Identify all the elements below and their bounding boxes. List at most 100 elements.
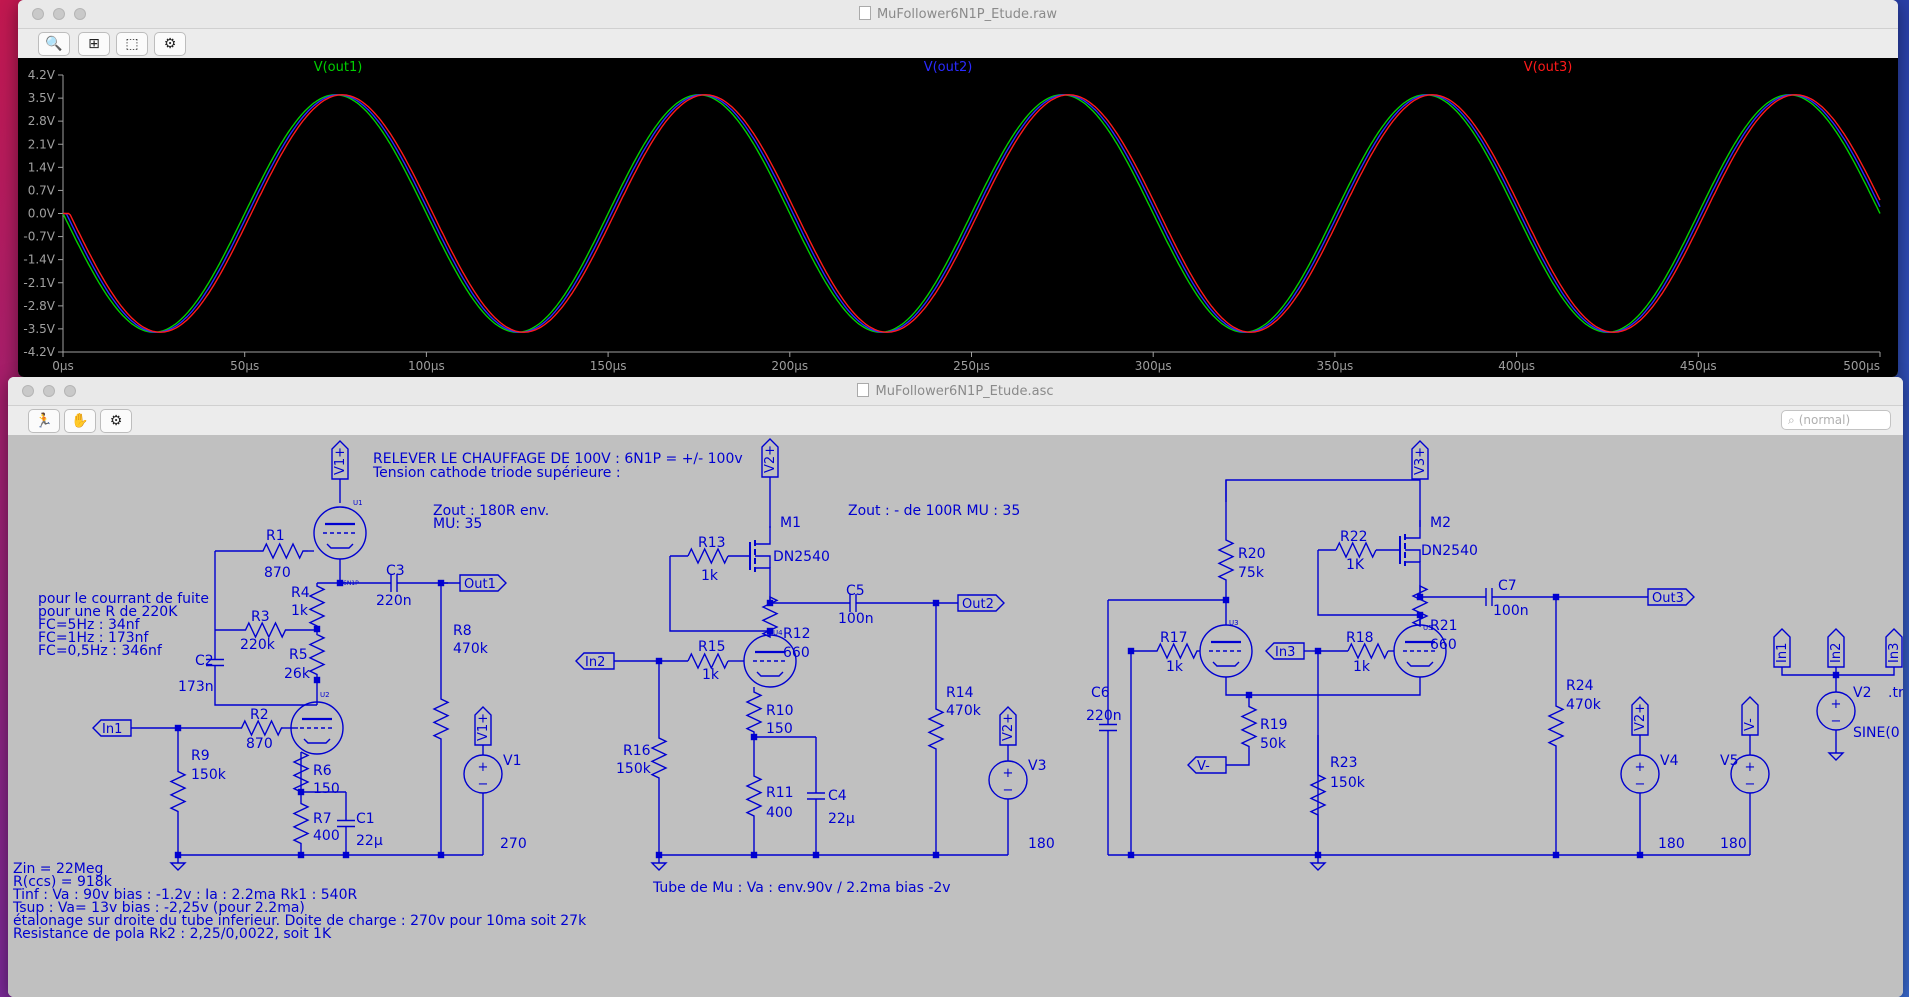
label-r15: R15 [698,639,726,655]
minus-icon: − [1635,777,1646,792]
label-r16: R16 [623,743,651,759]
label-u1: U1 [353,499,363,507]
x-tick-label: 100µs [408,359,445,373]
schematic-titlebar[interactable]: MuFollower6N1P_Etude.asc [8,377,1903,406]
waveform-titlebar[interactable]: MuFollower6N1P_Etude.raw [18,0,1898,29]
value-r14: 470k [946,703,982,719]
value-r23: 150k [1330,775,1366,791]
port-in1: In1 [1775,643,1790,663]
schematic-canvas[interactable]: V1+U1R18706N1PC3220nOut1R8470kR41kR3220k… [8,435,1903,997]
plus-icon: + [478,760,489,775]
y-tick-label: 2.1V [28,137,56,151]
schematic-toolbar: 🏃 ✋ ⚙ ⌕ (normal) [8,406,1903,437]
value-c2: 173n [178,679,214,695]
y-tick-label: 3.5V [28,91,56,105]
zoom-cancel-button[interactable]: 🔍 [38,32,70,56]
waveform-plot[interactable]: 4.2V 3.5V 2.8V 2.1V 1.4V 0.7V 0.0V -0.7V -1.4V -2… [18,58,1898,377]
pan-button[interactable]: ⬚ [116,32,148,56]
x-tick-label: 350µs [1317,359,1354,373]
port-v3p: V3+ [1413,447,1428,475]
value-c5: 100n [838,611,874,627]
plot-background [18,58,1898,377]
label-r11: R11 [766,785,794,801]
value-r19: 50k [1260,736,1287,752]
hand-icon: ✋ [71,413,89,429]
value-r18: 1k [1353,659,1371,675]
note-mu1: MU: 35 [433,516,482,532]
legend-entry: V(out1) [314,60,363,75]
x-tick-label: 150µs [590,359,627,373]
value-v3: 180 [1028,836,1055,852]
run-button[interactable]: 🏃 [28,409,60,433]
port-v2p: V2+ [1633,703,1648,731]
zoom-cancel-icon: 🔍 [45,36,63,52]
label-r17: R17 [1160,630,1188,646]
value-r17: 1k [1166,659,1184,675]
y-tick-label: -2.8V [23,299,55,313]
label-m2: M2 [1430,515,1451,531]
y-tick-label: 4.2V [28,68,56,82]
junction [932,851,940,859]
value-c7: 100n [1493,603,1529,619]
value-r13: 1k [701,568,719,584]
label-r19: R19 [1260,717,1288,733]
label-c4: C4 [828,788,847,804]
note-cathode: Tension cathode triode supérieure : [372,465,621,481]
plus-icon: + [1635,760,1646,775]
label-c3: C3 [386,563,405,579]
settings-button[interactable]: ⚙ [154,32,186,56]
gear-icon: ⚙ [109,413,123,429]
value-r24: 470k [1566,697,1602,713]
value-r22: 1K [1346,557,1365,573]
junction [1636,851,1644,859]
search-input[interactable]: ⌕ (normal) [1781,410,1891,430]
gear-icon: ⚙ [163,36,177,52]
junction [750,851,758,859]
search-icon: ⌕ [1788,412,1795,427]
settings-button[interactable]: ⚙ [100,409,132,433]
value-r15: 1k [702,667,720,683]
minus-icon: − [1831,714,1842,729]
autorange-button[interactable]: ⊞ [78,32,110,56]
x-tick-label: 200µs [771,359,808,373]
port-in1: In1 [102,722,122,737]
note-fc05: FC=0,5Hz : 346nf [38,643,163,659]
x-tick-label: 450µs [1680,359,1717,373]
port-v2p: V2+ [763,445,778,473]
label-v1: V1 [503,753,521,769]
schematic-window: MuFollower6N1P_Etude.asc 🏃 ✋ ⚙ ⌕ (normal)… [8,377,1903,997]
label-r23: R23 [1330,755,1358,771]
search-placeholder: (normal) [1798,413,1851,427]
value-r1: 870 [264,565,291,581]
port-in3: In3 [1275,645,1295,660]
x-tick-label: 50µs [230,359,259,373]
port-in3: In3 [1887,643,1902,663]
value-r20: 75k [1238,565,1265,581]
value-r6: 150 [313,781,340,797]
y-tick-label: 1.4V [28,160,56,174]
label-r9: R9 [191,748,210,764]
halt-button[interactable]: ✋ [64,409,96,433]
label-v4: V4 [1660,753,1679,769]
window-title: MuFollower6N1P_Etude.asc [875,384,1054,399]
value-m2: DN2540 [1421,543,1478,559]
junction [342,851,350,859]
label-r2: R2 [250,707,269,723]
minus-icon: − [1003,783,1014,798]
port-in2: In2 [585,655,605,670]
y-tick-label: -1.4V [23,253,55,267]
value-r8: 470k [453,641,489,657]
port-vm: V- [1197,759,1210,774]
document-icon [857,383,870,397]
minus-icon: − [1745,777,1756,792]
port-in2: In2 [1829,643,1844,663]
label-c1: C1 [356,811,375,827]
waveform-toolbar: 🔍 ⊞ ⬚ ⚙ [18,29,1898,60]
legend-entry: V(out2) [924,60,973,75]
y-tick-label: 0.7V [28,183,56,197]
y-tick-label: -4.2V [23,345,55,359]
document-icon [858,6,871,20]
plus-icon: + [1831,697,1842,712]
label-r21: R21 [1430,618,1458,634]
value-r4: 1k [291,603,309,619]
